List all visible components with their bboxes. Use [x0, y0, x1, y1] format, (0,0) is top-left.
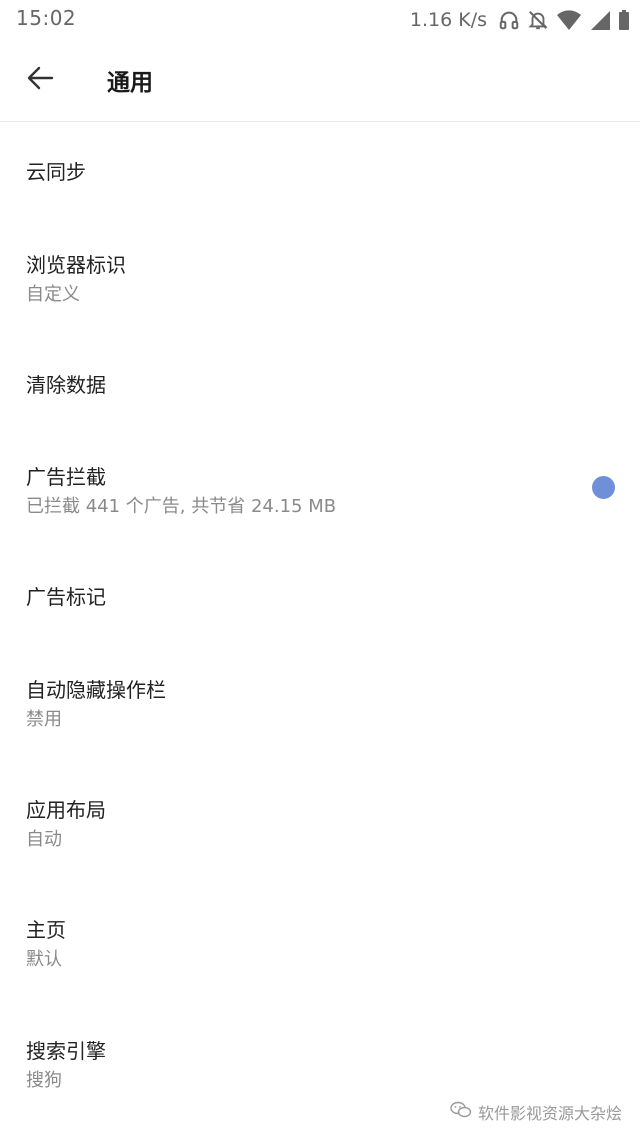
bell-off-icon [527, 9, 549, 31]
setting-title: 云同步 [26, 160, 86, 184]
setting-title: 应用布局 [26, 798, 106, 822]
page-title: 通用 [107, 70, 153, 96]
setting-subtitle: 默认 [26, 949, 62, 970]
setting-app-layout[interactable]: 应用布局 自动 [0, 758, 640, 878]
setting-clear-data[interactable]: 清除数据 [0, 334, 640, 426]
setting-title: 浏览器标识 [26, 253, 126, 277]
back-button[interactable] [14, 54, 66, 106]
setting-subtitle: 搜狗 [26, 1070, 62, 1091]
watermark-text: 软件影视资源大杂烩 [477, 1104, 622, 1123]
setting-subtitle: 自动 [26, 829, 62, 850]
setting-subtitle: 自定义 [26, 284, 80, 305]
app-bar: 通用 [0, 40, 640, 122]
setting-ad-block[interactable]: 广告拦截 已拦截 441 个广告, 共节省 24.15 MB [0, 426, 640, 546]
wifi-icon [556, 9, 582, 31]
network-speed: 1.16 K/s [409, 9, 487, 31]
watermark: 软件影视资源大杂烩 [450, 1100, 622, 1124]
status-icons: 1.16 K/s [410, 5, 630, 35]
setting-title: 广告标记 [26, 585, 106, 609]
setting-ad-marker[interactable]: 广告标记 [0, 546, 640, 638]
setting-auto-hide-toolbar[interactable]: 自动隐藏操作栏 禁用 [0, 638, 640, 758]
ad-block-toggle[interactable] [592, 476, 615, 499]
setting-title: 清除数据 [26, 373, 106, 397]
status-time: 15:02 [16, 6, 77, 30]
setting-user-agent[interactable]: 浏览器标识 自定义 [0, 214, 640, 334]
setting-subtitle: 已拦截 441 个广告, 共节省 24.15 MB [26, 496, 337, 517]
setting-title: 主页 [26, 918, 66, 942]
setting-cloud-sync[interactable]: 云同步 [0, 122, 640, 214]
signal-icon [589, 9, 611, 31]
wechat-icon [450, 1101, 472, 1123]
setting-title: 广告拦截 [26, 465, 106, 489]
status-bar: 15:02 1.16 K/s [0, 0, 640, 40]
headphones-icon [498, 9, 520, 31]
setting-title: 搜索引擎 [26, 1039, 106, 1063]
battery-icon [618, 9, 630, 31]
arrow-left-icon [26, 64, 54, 96]
setting-subtitle: 禁用 [26, 709, 62, 730]
setting-homepage[interactable]: 主页 默认 [0, 878, 640, 998]
setting-title: 自动隐藏操作栏 [26, 678, 166, 702]
